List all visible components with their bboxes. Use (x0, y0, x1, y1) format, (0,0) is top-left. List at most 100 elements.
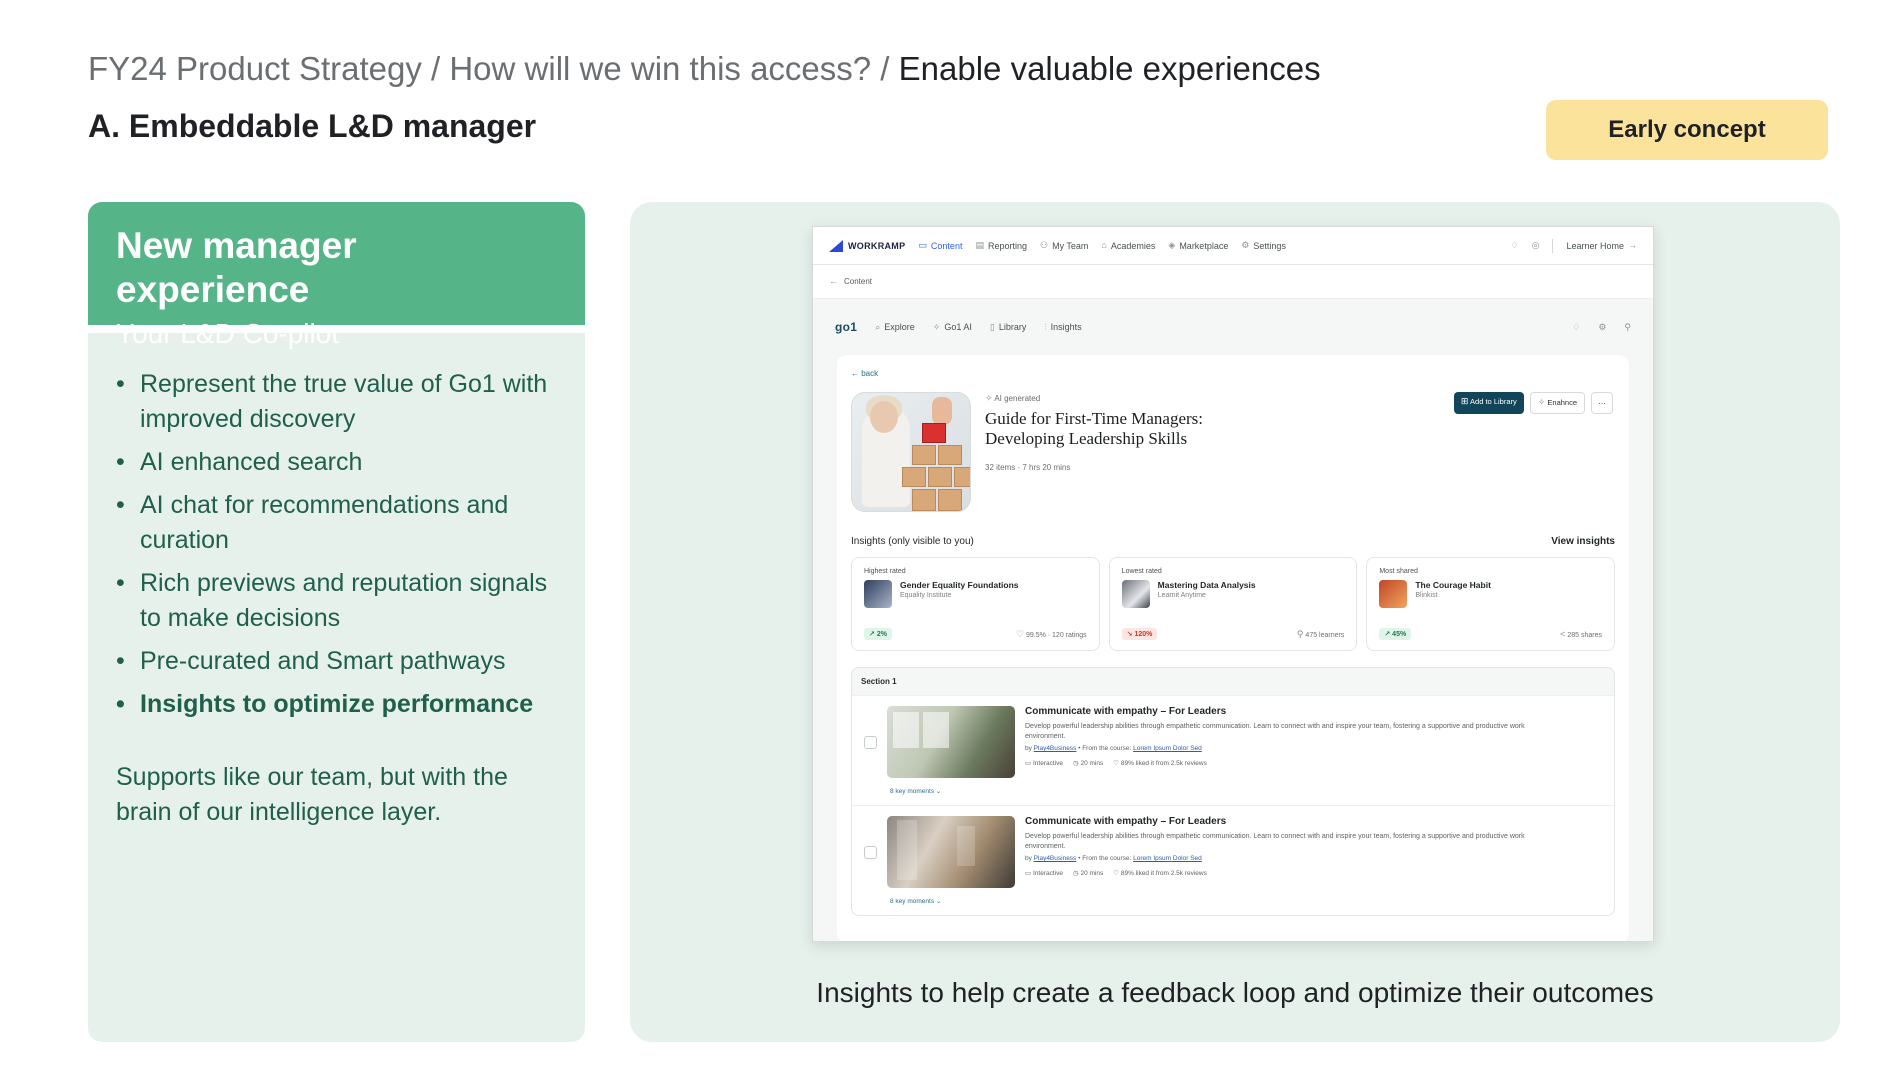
gear-icon[interactable]: ⚙ (1598, 322, 1606, 332)
lesson-row[interactable]: Communicate with empathy – For Leaders D… (852, 805, 1614, 915)
back-link-label: back (861, 369, 879, 378)
breadcrumb-current: Enable valuable experiences (898, 50, 1321, 87)
clock-icon: ◷ (1072, 870, 1079, 877)
insight-stat: ♡ 99.5% · 120 ratings (1016, 629, 1087, 639)
lesson-likes-label: 89% liked it from 2.5k reviews (1120, 870, 1207, 877)
back-link[interactable]: ← back (851, 369, 1615, 378)
nav-reporting[interactable]: ▤ Reporting (975, 241, 1027, 251)
academy-icon: ⌂ (1101, 240, 1107, 250)
course-thumbnail-block (928, 467, 952, 487)
lesson-duration: ◷ 20 mins (1073, 869, 1103, 877)
nav-academies[interactable]: ⌂ Academies (1101, 241, 1155, 251)
status-badge: Early concept (1546, 100, 1828, 160)
insight-card[interactable]: Lowest rated Mastering Data Analysis Lea… (1108, 557, 1358, 651)
more-button[interactable]: ··· (1591, 392, 1613, 414)
author-link[interactable]: Play4Business (1034, 745, 1077, 752)
lesson-checkbox[interactable] (864, 846, 877, 859)
author-link[interactable]: Play4Business (1034, 855, 1077, 862)
lesson-thumbnail (887, 706, 1015, 778)
lesson-duration-label: 20 mins (1080, 870, 1104, 877)
bell-icon[interactable]: ♢ (1511, 241, 1519, 250)
course-thumbnail-block (938, 445, 962, 465)
topbar-divider (1552, 238, 1554, 253)
workramp-logo[interactable]: WORKRAMP (829, 239, 906, 252)
course-header: ✧ AI generated Guide for First-Time Mana… (851, 392, 1615, 512)
report-icon: ▤ (975, 240, 984, 250)
feature-item-highlighted: Insights to optimize performance (116, 687, 559, 722)
from-prefix: • From the course: (1076, 855, 1134, 862)
ai-generated-tag: ✧ AI generated (985, 394, 1265, 404)
insight-change-value: 2% (876, 631, 887, 638)
nav-my-team[interactable]: ⚇ My Team (1040, 241, 1088, 251)
content-breadcrumb-label: Content (844, 277, 873, 286)
feature-item: Rich previews and reputation signals to … (116, 566, 559, 636)
byline-prefix: by (1025, 855, 1034, 862)
key-moments-toggle[interactable]: 8 key moments ⌄ (890, 897, 941, 905)
bell-icon[interactable]: ♢ (1572, 322, 1580, 332)
byline-prefix: by (1025, 745, 1034, 752)
go1-content: ← back ✧ AI generated Guide for First-Ti… (813, 355, 1653, 941)
nav-reporting-label: Reporting (987, 240, 1027, 251)
insight-course-text: The Courage Habit Blinkist (1415, 580, 1491, 608)
course-thumbnail-block (938, 489, 962, 511)
lesson-meta: ▭ Interactive ◷ 20 mins ♡ 89% liked it f… (1025, 869, 1555, 877)
insight-course: The Courage Habit Blinkist (1379, 580, 1602, 608)
lesson-type: ▭ Interactive (1025, 869, 1063, 877)
workramp-logo-text: WORKRAMP (848, 240, 906, 251)
course-section: Section 1 Communicate with empathy – For… (851, 667, 1615, 916)
go1-nav-library[interactable]: ▯ Library (990, 322, 1026, 332)
nav-content[interactable]: ▭ Content (918, 241, 962, 251)
screenshot-card: WORKRAMP ▭ Content ▤ Reporting ⚇ My Team ⌂ A… (630, 202, 1840, 1042)
course-thumbnail-block (912, 489, 936, 511)
add-to-library-button[interactable]: ⊞ Add to Library (1453, 392, 1524, 414)
course-thumbnail-block (922, 423, 946, 443)
feature-card: New manager experience Your L&D Co-pilot… (88, 202, 585, 1042)
go1-nav-ai[interactable]: ✧ Go1 AI (933, 322, 972, 332)
user-icon[interactable]: ⚲ (1624, 322, 1631, 332)
lesson-type: ▭ Interactive (1025, 759, 1063, 767)
lesson-checkbox[interactable] (864, 736, 877, 749)
view-insights-link[interactable]: View insights (1551, 536, 1615, 547)
course-thumbnail (851, 392, 971, 512)
course-items-count: 32 items (985, 463, 1016, 472)
nav-academies-label: Academies (1110, 240, 1156, 251)
insight-stat-value: 475 learners (1305, 631, 1345, 639)
key-moments-toggle[interactable]: 8 key moments ⌄ (890, 787, 941, 795)
insight-card[interactable]: Most shared The Courage Habit Blinkist ↗… (1366, 557, 1616, 651)
insight-card[interactable]: Highest rated Gender Equality Foundation… (851, 557, 1100, 651)
go1-logo[interactable]: go1 (835, 320, 857, 334)
marketplace-icon: ◈ (1168, 240, 1176, 250)
nav-marketplace-label: Marketplace (1179, 240, 1229, 251)
go1-nav-explore[interactable]: ⌕ Explore (875, 322, 915, 332)
trend-up-icon: ↗ (869, 631, 875, 638)
learner-home-link[interactable]: Learner Home → (1566, 241, 1637, 251)
enhance-button[interactable]: ✧ Enahnce (1529, 392, 1585, 414)
nav-settings[interactable]: ⚙ Settings (1241, 241, 1286, 251)
breadcrumb: FY24 Product Strategy / How will we win … (88, 50, 1321, 88)
help-icon[interactable]: ◎ (1532, 241, 1540, 250)
workramp-topbar: WORKRAMP ▭ Content ▤ Reporting ⚇ My Team ⌂ A… (813, 227, 1653, 265)
trend-down-icon: ↘ (1126, 631, 1133, 638)
course-panel: ← back ✧ AI generated Guide for First-Ti… (837, 355, 1629, 941)
screenshot-caption: Insights to help create a feedback loop … (816, 977, 1654, 1008)
trend-up-icon: ↗ (1384, 631, 1391, 638)
content-breadcrumb[interactable]: ← Content (813, 265, 1653, 299)
insight-change-value: 120% (1134, 631, 1153, 638)
lesson-row[interactable]: Communicate with empathy – For Leaders D… (852, 695, 1614, 805)
lesson-byline: by Play4Business • From the course: Lore… (1025, 745, 1555, 752)
nav-marketplace[interactable]: ◈ Marketplace (1168, 241, 1228, 251)
go1-nav-ai-label: Go1 AI (944, 322, 972, 332)
course-link[interactable]: Lorem Ipsum Dolor Sed (1133, 855, 1202, 862)
chevron-down-icon: ⌄ (935, 788, 942, 795)
page-subtitle: A. Embeddable L&D manager (88, 108, 537, 144)
lesson-description: Develop powerful leadership abilities th… (1025, 723, 1525, 740)
arrow-left-icon: ← (829, 276, 838, 286)
course-link[interactable]: Lorem Ipsum Dolor Sed (1133, 745, 1202, 752)
go1-nav-insights[interactable]: ⫶ Insights (1044, 322, 1081, 332)
nav-my-team-label: My Team (1052, 240, 1089, 251)
insight-footer: ↗ 2% ♡ 99.5% · 120 ratings (864, 628, 1087, 640)
feature-item: AI chat for recommendations and curation (116, 488, 559, 558)
insight-footer: ↗ 45% < 285 shares (1379, 628, 1602, 640)
insight-provider: Equality Institute (900, 592, 952, 599)
ai-generated-label: AI generated (994, 394, 1041, 403)
